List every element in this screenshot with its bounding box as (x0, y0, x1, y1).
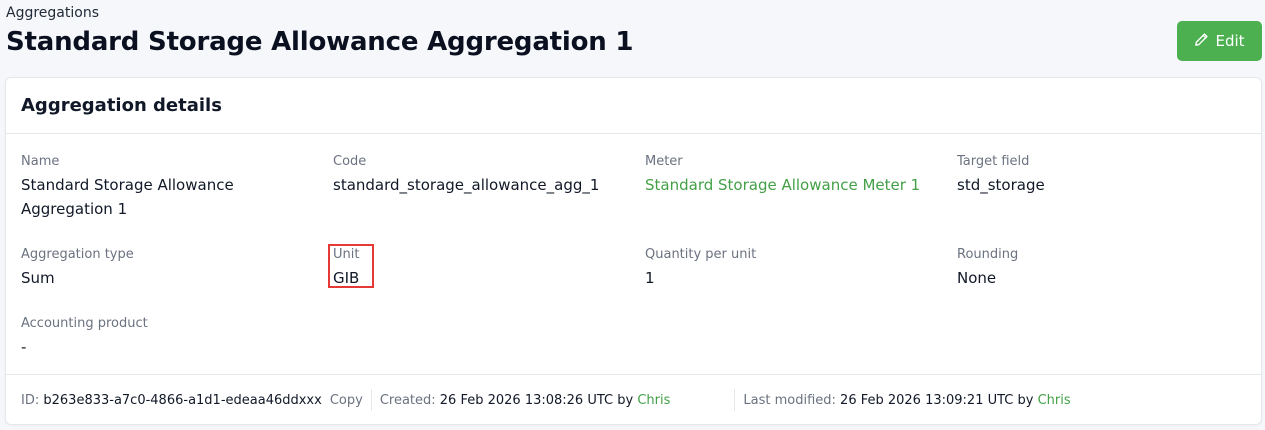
field-label: Quantity per unit (645, 247, 757, 262)
field-label: Target field (957, 154, 1030, 169)
field-label: Code (333, 154, 367, 169)
field-quantity-per-unit: Quantity per unit 1 (645, 246, 945, 290)
field-code: Code standard_storage_allowance_agg_1 (333, 153, 633, 197)
field-label: Meter (645, 154, 683, 169)
field-value: 1 (645, 269, 655, 287)
modified-by-link[interactable]: Chris (1038, 393, 1071, 408)
field-accounting-product: Accounting product - (21, 315, 321, 359)
card-title: Aggregation details (21, 95, 222, 116)
divider (734, 389, 736, 411)
field-value: Sum (21, 269, 55, 287)
page-title: Standard Storage Allowance Aggregation 1 (6, 27, 634, 57)
pencil-icon (1194, 32, 1209, 51)
breadcrumb[interactable]: Aggregations (6, 5, 99, 21)
edit-button-label: Edit (1215, 32, 1245, 50)
field-label: Accounting product (21, 316, 148, 331)
modified-value: 26 Feb 2026 13:09:21 UTC by (840, 392, 1034, 408)
field-value: None (957, 269, 997, 287)
created-by-link[interactable]: Chris (637, 393, 670, 408)
card-footer: ID: b263e833-a7c0-4866-a1d1-edeaa46ddxxx… (6, 374, 1261, 425)
edit-button[interactable]: Edit (1177, 21, 1262, 61)
aggregation-details-card: Aggregation details Name Standard Storag… (5, 77, 1262, 425)
field-label: Rounding (957, 247, 1019, 262)
created-value: 26 Feb 2026 13:08:26 UTC by (439, 392, 634, 408)
id-label: ID: (21, 392, 40, 408)
field-value: Standard Storage Allowance Aggregation 1 (21, 176, 234, 218)
card-header: Aggregation details (6, 78, 1261, 134)
field-unit: Unit GIB (333, 246, 633, 290)
field-rounding: Rounding None (957, 246, 1257, 290)
field-value: - (21, 338, 27, 356)
modified-label: Last modified: (743, 392, 836, 408)
field-label: Name (21, 154, 60, 169)
field-value: std_storage (957, 176, 1045, 194)
field-value: GIB (333, 269, 360, 287)
id-value: b263e833-a7c0-4866-a1d1-edeaa46ddxxx (43, 392, 322, 408)
created-label: Created: (379, 392, 436, 408)
divider (370, 389, 372, 411)
unit-highlight-box (328, 244, 374, 288)
field-meter: Meter Standard Storage Allowance Meter 1 (645, 153, 945, 197)
field-label: Aggregation type (21, 247, 134, 262)
field-name: Name Standard Storage Allowance Aggregat… (21, 153, 311, 221)
field-value: standard_storage_allowance_agg_1 (333, 176, 600, 194)
meter-link[interactable]: Standard Storage Allowance Meter 1 (645, 173, 945, 197)
field-target-field: Target field std_storage (957, 153, 1257, 197)
field-aggregation-type: Aggregation type Sum (21, 246, 321, 290)
field-label: Unit (333, 247, 360, 262)
copy-id-button[interactable]: Copy (330, 393, 363, 408)
